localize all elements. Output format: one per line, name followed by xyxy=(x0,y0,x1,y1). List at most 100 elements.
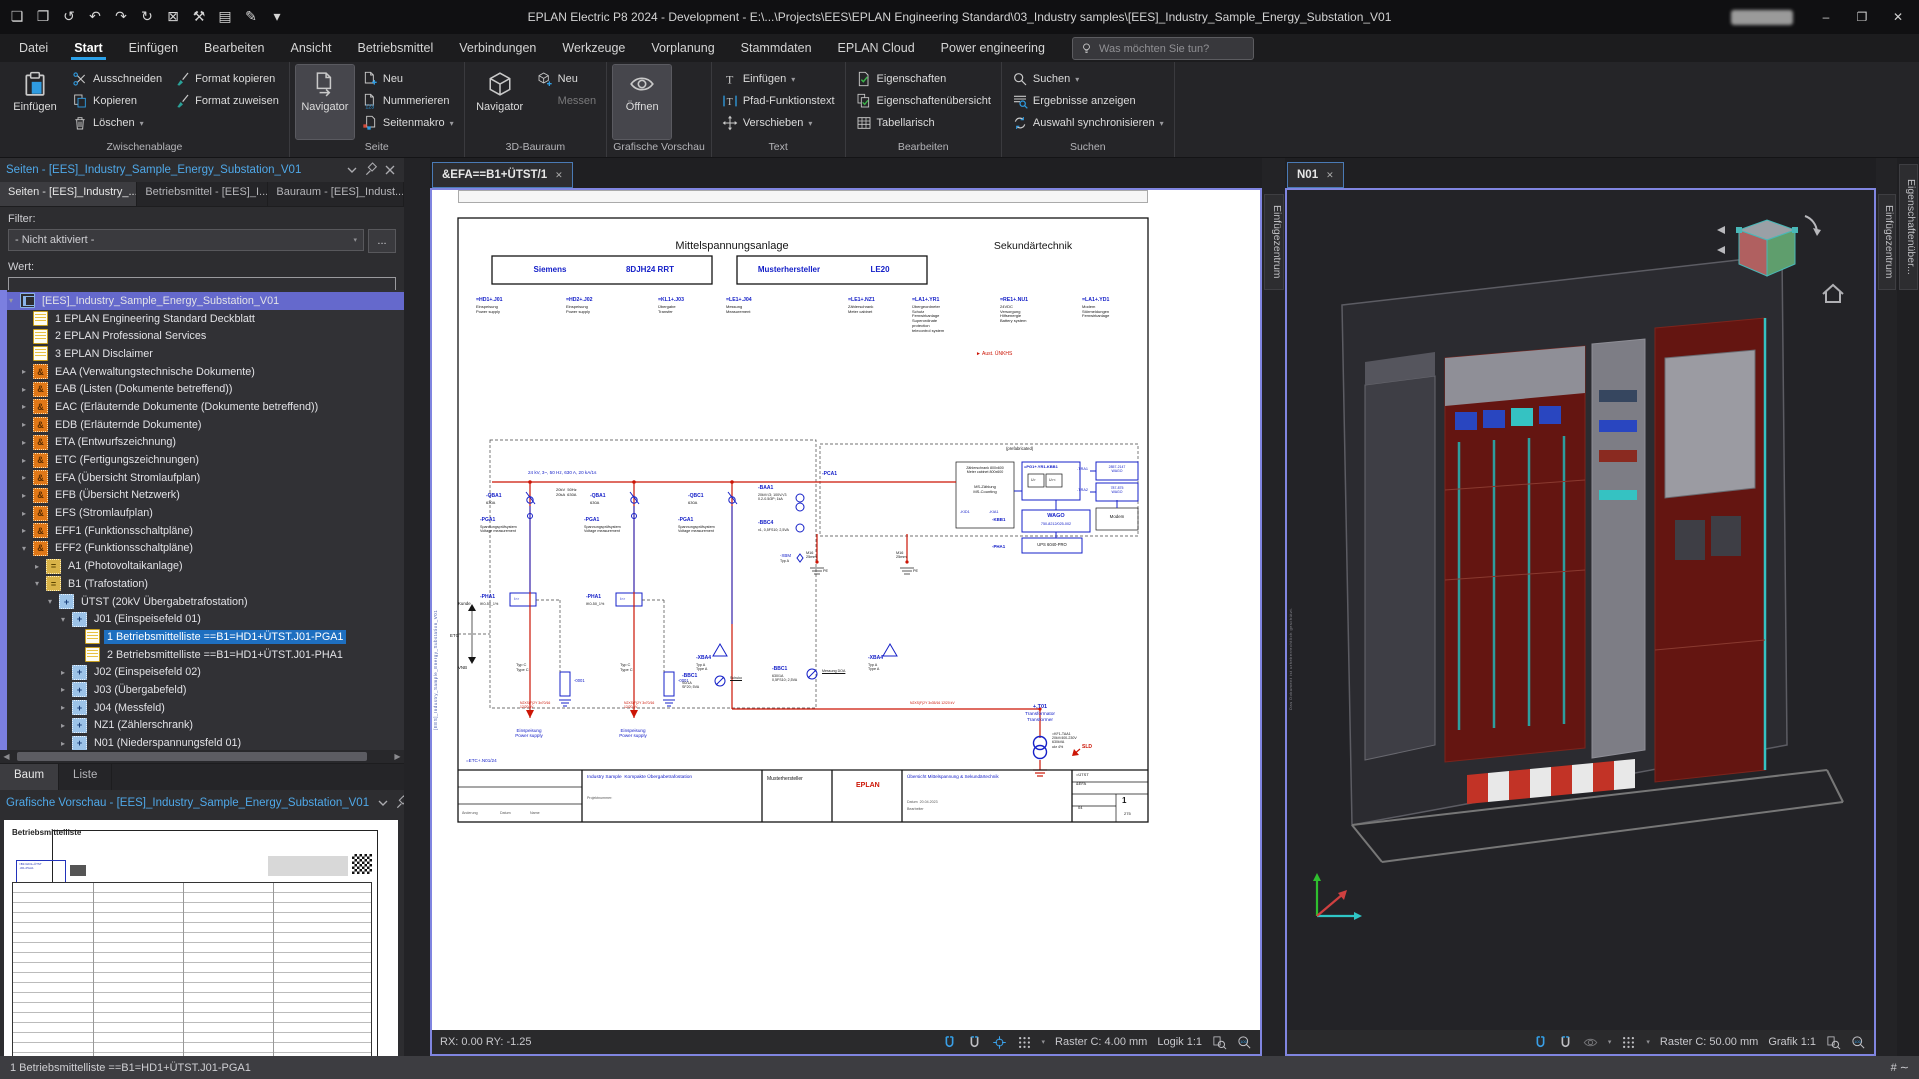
expander-open-icon[interactable]: ▾ xyxy=(48,597,59,606)
qat-cancel-action-icon[interactable]: ⊠ xyxy=(162,4,184,28)
qat-master-data-icon[interactable]: ▤ xyxy=(214,4,236,28)
qat-customize-icon[interactable]: ▾ xyxy=(266,4,288,28)
navigator-button[interactable]: Navigator xyxy=(296,65,354,139)
tree-item[interactable]: 1 Betriebsmittelliste ==B1=HD1+ÜTST.J01-… xyxy=(7,628,404,646)
zoom-area-icon[interactable] xyxy=(1826,1035,1841,1050)
expander-closed-icon[interactable]: ▸ xyxy=(22,438,33,447)
grid-icon[interactable] xyxy=(1621,1035,1636,1050)
snap-magnet-icon[interactable] xyxy=(942,1035,957,1050)
schematic-canvas[interactable]: MittelspannungsanlageSekundärtechnikSiem… xyxy=(432,190,1260,1030)
layout-space-tab[interactable]: N01 ✕ xyxy=(1287,162,1344,188)
tree-item[interactable]: ▾+J01 (Einspeisefeld 01) xyxy=(7,610,404,628)
löschen-button[interactable]: Löschen▾ xyxy=(68,113,166,133)
pin-icon[interactable] xyxy=(363,162,379,178)
snap-magnet-icon[interactable] xyxy=(1533,1035,1548,1050)
qat-insert-page-icon[interactable]: ❏ xyxy=(6,4,28,28)
tell-me-search-box[interactable]: Was möchten Sie tun? xyxy=(1072,37,1254,60)
tree-item[interactable]: ▸+J03 (Übergabefeld) xyxy=(7,681,404,699)
qat-tools-icon[interactable]: ⚒ xyxy=(188,4,210,28)
visibility-icon[interactable] xyxy=(1583,1035,1598,1050)
grid-icon[interactable] xyxy=(1017,1035,1032,1050)
navigator-button[interactable]: Navigator xyxy=(471,65,529,139)
ausschneiden-button[interactable]: Ausschneiden xyxy=(68,69,166,89)
expander-closed-icon[interactable]: ▸ xyxy=(61,668,72,677)
suchen-button[interactable]: Suchen▾ xyxy=(1008,69,1168,89)
tree-item[interactable]: ▸&ETC (Fertigungszeichnungen) xyxy=(7,451,404,469)
qat-undo-list-icon[interactable]: ↺ xyxy=(58,4,80,28)
qat-redo-icon[interactable]: ↷ xyxy=(110,4,132,28)
expander-closed-icon[interactable]: ▸ xyxy=(35,562,46,571)
nummerieren-button[interactable]: Nummerieren xyxy=(358,91,458,111)
tab-close-icon[interactable]: ✕ xyxy=(1326,170,1334,181)
verschieben-button[interactable]: Verschieben▾ xyxy=(718,113,839,133)
ribbon-tab-ansicht[interactable]: Ansicht xyxy=(278,36,345,62)
tree-item[interactable]: ▸&ETA (Entwurfszeichnung) xyxy=(7,434,404,452)
expander-closed-icon[interactable]: ▸ xyxy=(61,739,72,748)
ergebnisse-anzeigen-button[interactable]: Ergebnisse anzeigen xyxy=(1008,91,1168,111)
ribbon-tab-einfügen[interactable]: Einfügen xyxy=(116,36,191,62)
tree-item[interactable]: ▾&EFF2 (Funktionsschaltpläne) xyxy=(7,540,404,558)
expander-closed-icon[interactable]: ▸ xyxy=(22,402,33,411)
properties-panel-tab[interactable]: Eigenschaftenüber... xyxy=(1899,164,1918,290)
einfügen-button[interactable]: Einfügen xyxy=(6,65,64,139)
schematic-document-tab[interactable]: &EFA==B1+ÜTST/1 ✕ xyxy=(432,162,573,188)
tree-scrollbar[interactable] xyxy=(0,290,7,750)
tree-item[interactable]: 2 Betriebsmittelliste ==B1=HD1+ÜTST.J01-… xyxy=(7,646,404,664)
expander-open-icon[interactable]: ▾ xyxy=(22,544,33,553)
tree-item[interactable]: ▸=A1 (Photovoltaikanlage) xyxy=(7,557,404,575)
3d-viewport[interactable]: Das Dokument ist urheberrechtlich geschü… xyxy=(1287,190,1874,1030)
format-zuweisen-button[interactable]: Format zuweisen xyxy=(170,91,283,111)
zoom-area-icon[interactable] xyxy=(1212,1035,1227,1050)
tree-item[interactable]: ▾+ÜTST (20kV Übergabetrafostation) xyxy=(7,593,404,611)
filter-dropdown[interactable]: - Nicht aktiviert - ▾ xyxy=(8,229,364,251)
ribbon-tab-power-engineering[interactable]: Power engineering xyxy=(928,36,1058,62)
tree-item[interactable]: ▾=B1 (Trafostation) xyxy=(7,575,404,593)
tree-mode-tab-liste[interactable]: Liste xyxy=(59,764,112,790)
tab-close-icon[interactable]: ✕ xyxy=(555,170,563,181)
messen-button[interactable]: Messen xyxy=(533,91,601,111)
ribbon-tab-vorplanung[interactable]: Vorplanung xyxy=(638,36,727,62)
qat-undo-icon[interactable]: ↶ xyxy=(84,4,106,28)
eigenschaftenübersicht-button[interactable]: Eigenschaftenübersicht xyxy=(852,91,995,111)
object-snap-icon[interactable] xyxy=(1558,1035,1573,1050)
tree-item[interactable]: ▸+J02 (Einspeisefeld 02) xyxy=(7,663,404,681)
zoom-100-icon[interactable] xyxy=(1237,1035,1252,1050)
tree-item[interactable]: ▸&EFB (Übersicht Netzwerk) xyxy=(7,487,404,505)
expander-closed-icon[interactable]: ▸ xyxy=(22,526,33,535)
object-snap-icon[interactable] xyxy=(967,1035,982,1050)
einfügen-button[interactable]: Einfügen▾ xyxy=(718,69,839,89)
tree-item[interactable]: 3 EPLAN Disclaimer xyxy=(7,345,404,363)
navigator-tab-2[interactable]: Bauraum - [EES]_Indust... xyxy=(268,182,404,206)
navigator-tab-1[interactable]: Betriebsmittel - [EES]_I... xyxy=(137,182,268,206)
tree-item[interactable]: ▾[EES]_Industry_Sample_Energy_Substation… xyxy=(7,292,404,310)
ribbon-tab-betriebsmittel[interactable]: Betriebsmittel xyxy=(345,36,447,62)
ribbon-tab-datei[interactable]: Datei xyxy=(6,36,61,62)
expander-closed-icon[interactable]: ▸ xyxy=(22,385,33,394)
tree-item[interactable]: ▸&EAB (Listen (Dokumente betreffend)) xyxy=(7,380,404,398)
neu-button[interactable]: Neu xyxy=(533,69,601,89)
tree-item[interactable]: ▸&EAA (Verwaltungstechnische Dokumente) xyxy=(7,363,404,381)
expander-closed-icon[interactable]: ▸ xyxy=(61,703,72,712)
expander-open-icon[interactable]: ▾ xyxy=(35,579,46,588)
graphical-preview[interactable]: Betriebsmittelliste =B1=HD1+ÜTST .J01-PG… xyxy=(0,816,404,1056)
qat-new-page-icon[interactable]: ❐ xyxy=(32,4,54,28)
chevron-down-icon[interactable] xyxy=(344,162,360,178)
tree-item[interactable]: ▸&EFA (Übersicht Stromlaufplan) xyxy=(7,469,404,487)
qat-redo-list-icon[interactable]: ↻ xyxy=(136,4,158,28)
expander-closed-icon[interactable]: ▸ xyxy=(61,685,72,694)
minimize-button[interactable]: – xyxy=(1809,4,1843,30)
ribbon-tab-werkzeuge[interactable]: Werkzeuge xyxy=(549,36,638,62)
close-button[interactable]: ✕ xyxy=(1881,4,1915,30)
tree-item[interactable]: 2 EPLAN Professional Services xyxy=(7,327,404,345)
navigator-tab-0[interactable]: Seiten - [EES]_Industry_... xyxy=(0,182,137,206)
ribbon-tab-bearbeiten[interactable]: Bearbeiten xyxy=(191,36,277,62)
expander-closed-icon[interactable]: ▸ xyxy=(22,420,33,429)
expander-open-icon[interactable]: ▾ xyxy=(61,615,72,624)
close-icon[interactable] xyxy=(382,162,398,178)
maximize-button[interactable]: ❐ xyxy=(1845,4,1879,30)
expander-closed-icon[interactable]: ▸ xyxy=(22,367,33,376)
tree-item[interactable]: ▸&EFF1 (Funktionsschaltpläne) xyxy=(7,522,404,540)
zoom-100-icon[interactable] xyxy=(1851,1035,1866,1050)
qat-user-icon[interactable]: ✎ xyxy=(240,4,262,28)
ribbon-tab-eplan-cloud[interactable]: EPLAN Cloud xyxy=(825,36,928,62)
